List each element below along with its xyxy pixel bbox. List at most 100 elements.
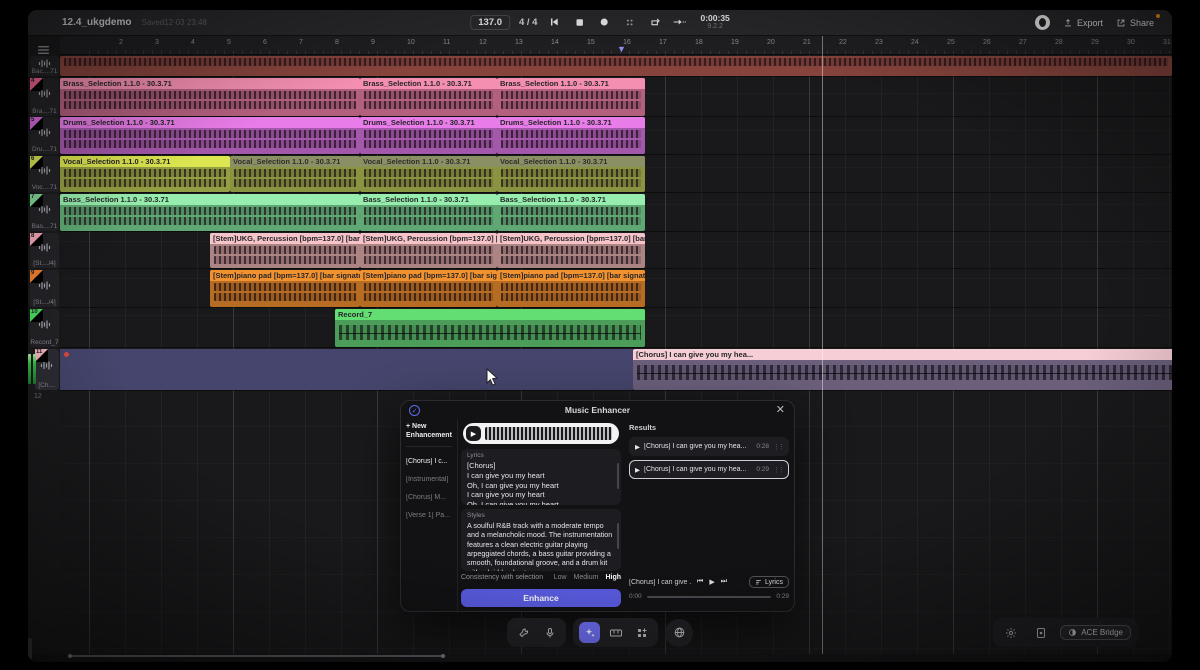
vertical-scrollbar[interactable] — [28, 638, 32, 660]
export-button[interactable]: Export — [1063, 18, 1103, 28]
result-item[interactable]: ▶[Chorus] I can give you my hea...0:29⋮⋮ — [629, 460, 789, 479]
piano-keyboard-icon[interactable] — [605, 622, 626, 643]
audio-clip[interactable]: [Chorus] I can give you my hea... — [633, 349, 1172, 390]
audio-clip[interactable]: [Stem]UKG, Percussion [bpm=137.0] [bar s… — [497, 233, 645, 268]
clip-waveform — [364, 283, 493, 291]
user-avatar[interactable] — [1035, 15, 1050, 30]
audio-clip[interactable]: Bass_Selection 1.1.0 - 30.3.71 — [60, 194, 360, 231]
audio-clip[interactable]: Brass_Selection 1.1.0 - 30.3.71 — [360, 78, 497, 116]
audio-clip[interactable]: [Stem]piano pad [bpm=137.0] [bar signatu… — [210, 270, 360, 307]
track-header[interactable]: 9[St..../4] — [30, 270, 59, 307]
play-icon[interactable]: ▶ — [466, 426, 481, 441]
stop-button[interactable] — [571, 14, 587, 30]
settings-gear-icon[interactable] — [1000, 622, 1021, 643]
audio-clip[interactable]: Bass_Selection 1.1.0 - 30.3.71 — [360, 194, 497, 231]
clip-waveform — [64, 58, 1168, 66]
track-header[interactable]: 8[St..../4] — [30, 233, 59, 268]
audio-clip[interactable]: Vocal_Selection 1.1.0 - 30.3.71 — [60, 156, 230, 192]
audio-clip[interactable]: [Stem]UKG, Percussion [bpm=137.0] [bar s… — [210, 233, 360, 268]
pads-grid-icon[interactable] — [631, 622, 652, 643]
consistency-option[interactable]: High — [605, 574, 621, 581]
drag-handle-icon[interactable]: ⋮⋮ — [773, 443, 783, 451]
track-header[interactable]: 10Record_7 — [30, 309, 59, 347]
tempo-display[interactable]: 137.0 — [470, 15, 510, 30]
lyrics-icon — [755, 579, 762, 586]
clip-label: Drums_Selection 1.1.0 - 30.3.71 — [497, 117, 645, 128]
styles-panel[interactable]: Styles A soulful R&B track with a modera… — [461, 509, 621, 571]
microphone-icon[interactable] — [539, 622, 560, 643]
enhancement-list-item[interactable]: [Chorus] M... — [406, 494, 452, 501]
audio-clip[interactable]: [Stem]UKG, Percussion [bpm=137.0] [bar s… — [360, 233, 497, 268]
styles-scrollbar[interactable] — [617, 523, 619, 549]
dialog-header[interactable]: ✓ Music Enhancer ✕ — [401, 401, 794, 419]
drag-handle-icon[interactable]: ⋮⋮ — [773, 466, 783, 474]
audio-clip[interactable]: Vocal_Selection 1.1.0 - 30.3.71 — [230, 156, 360, 192]
close-icon[interactable]: ✕ — [776, 403, 785, 416]
clip-waveform — [64, 130, 356, 138]
track-header[interactable]: Bac....71 — [30, 56, 59, 76]
lyrics-panel[interactable]: Lyrics [Chorus] I can give you my heart … — [461, 449, 621, 505]
enhancement-list-item[interactable]: [Instrumental] — [406, 476, 452, 483]
track-header[interactable]: 7Bas....71 — [30, 194, 59, 231]
row-separator — [60, 268, 1172, 269]
audio-clip[interactable]: Brass_Selection 1.1.0 - 30.3.71 — [60, 78, 360, 116]
audio-clip[interactable]: Drums_Selection 1.1.0 - 30.3.71 — [60, 117, 360, 154]
lyrics-scrollbar[interactable] — [617, 463, 619, 489]
lyrics-text[interactable]: [Chorus] I can give you my heart Oh, I c… — [467, 461, 615, 505]
time-signature-display[interactable]: 4 / 4 — [519, 17, 538, 28]
result-item[interactable]: ▶[Chorus] I can give you my hea...0:28⋮⋮ — [629, 437, 789, 456]
styles-text[interactable]: A soulful R&B track with a moderate temp… — [467, 521, 615, 571]
loop-button[interactable] — [646, 14, 662, 30]
play-icon[interactable]: ▶ — [709, 578, 714, 586]
ruler-bar-number: 18 — [695, 39, 703, 46]
manual-book-icon[interactable] — [1030, 622, 1051, 643]
track-header[interactable]: 6Voc....71 — [30, 156, 59, 192]
lyrics-toggle-button[interactable]: Lyrics — [749, 576, 789, 588]
ruler-bar-number: 8 — [335, 39, 339, 46]
ace-bridge-button[interactable]: ACE Bridge — [1060, 625, 1131, 640]
enhance-sparkle-icon[interactable] — [579, 622, 600, 643]
enhancement-list-item[interactable]: [Verse 1] Pa... — [406, 512, 452, 519]
new-enhancement-button[interactable]: + New Enhancement — [406, 423, 452, 447]
horizontal-scrollbar[interactable] — [70, 655, 443, 657]
globe-icon[interactable] — [665, 619, 693, 647]
metronome-count-icon[interactable] — [621, 14, 637, 30]
auto-scroll-button[interactable] — [671, 14, 687, 30]
playhead-marker-icon[interactable]: ▼ — [617, 44, 626, 54]
source-audio-preview[interactable]: ▶ — [463, 423, 619, 444]
audio-clip[interactable]: Drums_Selection 1.1.0 - 30.3.71 — [360, 117, 497, 154]
audio-clip[interactable]: Vocal_Selection 1.1.0 - 30.3.71 — [497, 156, 645, 192]
track-name: [St..../4] — [30, 260, 59, 267]
timeline-ruler[interactable]: 2345678910111213141516171819202122232425… — [60, 36, 1172, 55]
play-icon[interactable]: ▶ — [635, 466, 640, 474]
tools-icon[interactable] — [513, 622, 534, 643]
ruler-bar-number: 3 — [155, 39, 159, 46]
audio-clip[interactable]: Vocal_Selection 1.1.0 - 30.3.71 — [360, 156, 497, 192]
audio-clip[interactable]: Record_7 — [335, 309, 645, 347]
audio-clip[interactable]: Bass_Selection 1.1.0 - 30.3.71 — [497, 194, 645, 231]
consistency-option[interactable]: Medium — [574, 574, 599, 581]
project-title[interactable]: 12.4_ukgdemo — [62, 17, 131, 28]
audio-clip[interactable]: [Stem]piano pad [bpm=137.0] [bar signatu… — [497, 270, 645, 307]
enhancement-list-item[interactable]: [Chorus] I c... — [406, 458, 452, 465]
audio-clip[interactable]: Drums_Selection 1.1.0 - 30.3.71 — [497, 117, 645, 154]
previous-icon[interactable]: ⏮ — [697, 578, 703, 586]
record-button[interactable] — [596, 14, 612, 30]
skip-to-start-button[interactable] — [546, 14, 562, 30]
track-name: [Ch.... — [35, 382, 59, 389]
track-header[interactable]: 11[Ch.... — [35, 349, 59, 390]
play-icon[interactable]: ▶ — [635, 443, 640, 451]
clip-waveform — [214, 293, 356, 301]
next-icon[interactable]: ⏭ — [721, 578, 727, 586]
consistency-option[interactable]: Low — [554, 574, 567, 581]
time-display[interactable]: 0:00:35 9.2.2 — [700, 14, 729, 30]
progress-bar[interactable] — [647, 596, 772, 598]
enhance-button[interactable]: Enhance — [461, 589, 621, 607]
share-button[interactable]: Share — [1116, 18, 1154, 28]
audio-clip[interactable] — [60, 56, 1172, 76]
track-header[interactable]: 5Dru....71 — [30, 117, 59, 154]
track-header[interactable]: 4Bra....71 — [30, 78, 59, 116]
audio-clip[interactable]: Brass_Selection 1.1.0 - 30.3.71 — [497, 78, 645, 116]
audio-clip[interactable]: [Stem]piano pad [bpm=137.0] [bar signatu… — [360, 270, 497, 307]
result-duration: 0:28 — [756, 443, 769, 450]
